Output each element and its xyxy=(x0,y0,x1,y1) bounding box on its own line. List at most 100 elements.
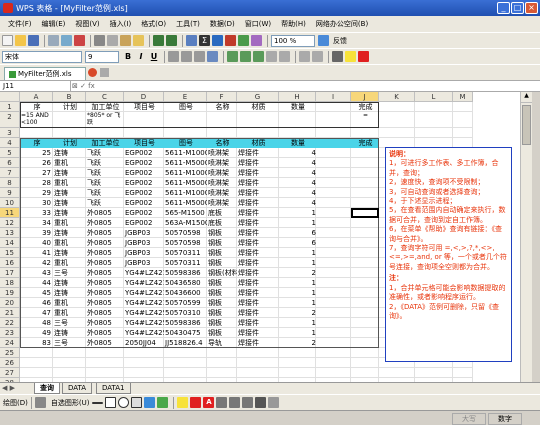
spellcheck-icon[interactable] xyxy=(74,35,85,46)
menu-item[interactable]: 插入(I) xyxy=(105,19,137,29)
menu-item[interactable]: 格式(O) xyxy=(136,19,171,29)
row-header[interactable]: 2 xyxy=(0,112,20,128)
paste-icon[interactable] xyxy=(120,35,131,46)
row-header[interactable]: 10 xyxy=(0,198,20,208)
select-all-corner[interactable] xyxy=(0,92,20,102)
borders-icon[interactable] xyxy=(332,51,343,62)
column-header[interactable]: G xyxy=(237,92,279,102)
formula-input[interactable] xyxy=(112,81,540,91)
underline-button[interactable]: U xyxy=(148,51,160,63)
zoom-select[interactable]: 100 % xyxy=(271,34,315,47)
column-header[interactable]: A xyxy=(20,92,53,102)
sheet-tab[interactable]: DATA1 xyxy=(96,383,131,394)
close-button[interactable]: × xyxy=(525,2,538,14)
row-header[interactable]: 5 xyxy=(0,148,20,158)
new-icon[interactable] xyxy=(2,35,13,46)
redo-icon[interactable] xyxy=(166,35,177,46)
row-header[interactable]: 8 xyxy=(0,178,20,188)
currency-icon[interactable] xyxy=(227,51,238,62)
scroll-thumb[interactable] xyxy=(522,105,531,145)
dash-style-icon[interactable] xyxy=(229,397,241,408)
bold-button[interactable]: B xyxy=(122,51,134,63)
row-header[interactable]: 25 xyxy=(0,348,20,358)
undo-icon[interactable] xyxy=(153,35,164,46)
drawing-icon[interactable] xyxy=(251,35,262,46)
column-header[interactable]: J xyxy=(351,92,379,102)
row-header[interactable]: 13 xyxy=(0,228,20,238)
menu-item[interactable]: 编辑(E) xyxy=(37,19,71,29)
font-name-select[interactable]: 宋体 xyxy=(2,50,82,63)
column-header[interactable]: C xyxy=(86,92,124,102)
sheet-tab[interactable]: DATA xyxy=(62,383,93,394)
column-header[interactable]: M xyxy=(453,92,473,102)
print-icon[interactable] xyxy=(48,35,59,46)
row-header[interactable]: 17 xyxy=(0,268,20,278)
row-header[interactable]: 21 xyxy=(0,308,20,318)
print-preview-icon[interactable] xyxy=(61,35,72,46)
row-header[interactable]: 18 xyxy=(0,278,20,288)
arrow-style-icon[interactable] xyxy=(242,397,254,408)
column-header[interactable]: E xyxy=(164,92,207,102)
italic-button[interactable]: I xyxy=(135,51,147,63)
save-icon[interactable] xyxy=(28,35,39,46)
row-header[interactable]: 1 xyxy=(0,102,20,112)
new-tab-icon[interactable] xyxy=(100,68,109,77)
minimize-button[interactable]: _ xyxy=(497,2,510,14)
align-left-icon[interactable] xyxy=(168,51,179,62)
percent-icon[interactable] xyxy=(240,51,251,62)
fill-color-icon[interactable] xyxy=(345,51,356,62)
3d-icon[interactable] xyxy=(268,397,280,408)
column-header[interactable]: B xyxy=(53,92,86,102)
font-color-icon[interactable] xyxy=(358,51,369,62)
increase-decimal-icon[interactable] xyxy=(266,51,277,62)
row-header[interactable]: 9 xyxy=(0,188,20,198)
sheet-tab[interactable]: 查询 xyxy=(34,383,60,394)
format-painter-icon[interactable] xyxy=(133,35,144,46)
row-header[interactable]: 12 xyxy=(0,218,20,228)
column-header[interactable]: F xyxy=(207,92,237,102)
help-icon[interactable] xyxy=(318,35,329,46)
row-header[interactable]: 20 xyxy=(0,298,20,308)
autosum-icon[interactable]: Σ xyxy=(199,35,210,46)
scroll-up-icon[interactable]: ▲ xyxy=(521,92,532,103)
menu-item[interactable]: 数据(D) xyxy=(205,19,240,29)
row-header[interactable]: 22 xyxy=(0,318,20,328)
menu-item[interactable]: 工具(T) xyxy=(171,19,205,29)
row-header[interactable]: 19 xyxy=(0,288,20,298)
row-header[interactable]: 23 xyxy=(0,328,20,338)
row-header[interactable]: 26 xyxy=(0,358,20,368)
wordart-icon[interactable] xyxy=(144,397,156,408)
shadow-icon[interactable] xyxy=(255,397,267,408)
sort-ascending-icon[interactable] xyxy=(212,35,223,46)
draw-font-color-icon[interactable]: A xyxy=(203,397,215,408)
autoshapes-menu[interactable]: 自选图形(U) xyxy=(51,398,90,408)
menu-item[interactable]: 窗口(W) xyxy=(240,19,276,29)
row-header[interactable]: 11 xyxy=(0,208,20,218)
selected-cell-j11[interactable] xyxy=(351,208,379,218)
copy-icon[interactable] xyxy=(107,35,118,46)
align-center-icon[interactable] xyxy=(181,51,192,62)
name-box[interactable]: J11 xyxy=(1,81,71,91)
column-header[interactable]: H xyxy=(279,92,316,102)
row-header[interactable]: 3 xyxy=(0,128,20,138)
row-header[interactable]: 24 xyxy=(0,338,20,348)
line-color-icon[interactable] xyxy=(190,397,202,408)
sheet-nav-icon[interactable]: ◀ ▶ xyxy=(2,384,15,392)
decrease-indent-icon[interactable] xyxy=(299,51,310,62)
document-tab[interactable]: MyFilter范例.xls xyxy=(4,67,86,80)
fx-icon[interactable]: ⊠ ✓ fx xyxy=(72,81,112,91)
menu-item[interactable]: 视图(V) xyxy=(70,19,104,29)
cut-icon[interactable] xyxy=(94,35,105,46)
vertical-scrollbar[interactable]: ▲ xyxy=(520,92,532,382)
row-header[interactable]: 14 xyxy=(0,238,20,248)
hyperlink-icon[interactable] xyxy=(186,35,197,46)
align-right-icon[interactable] xyxy=(194,51,205,62)
textbox-icon[interactable] xyxy=(131,397,143,408)
draw-fill-color-icon[interactable] xyxy=(177,397,189,408)
row-header[interactable]: 6 xyxy=(0,158,20,168)
font-size-select[interactable]: 9 xyxy=(85,50,119,63)
decrease-decimal-icon[interactable] xyxy=(279,51,290,62)
sort-descending-icon[interactable] xyxy=(225,35,236,46)
line-icon[interactable] xyxy=(92,401,104,404)
row-header[interactable]: 27 xyxy=(0,368,20,378)
